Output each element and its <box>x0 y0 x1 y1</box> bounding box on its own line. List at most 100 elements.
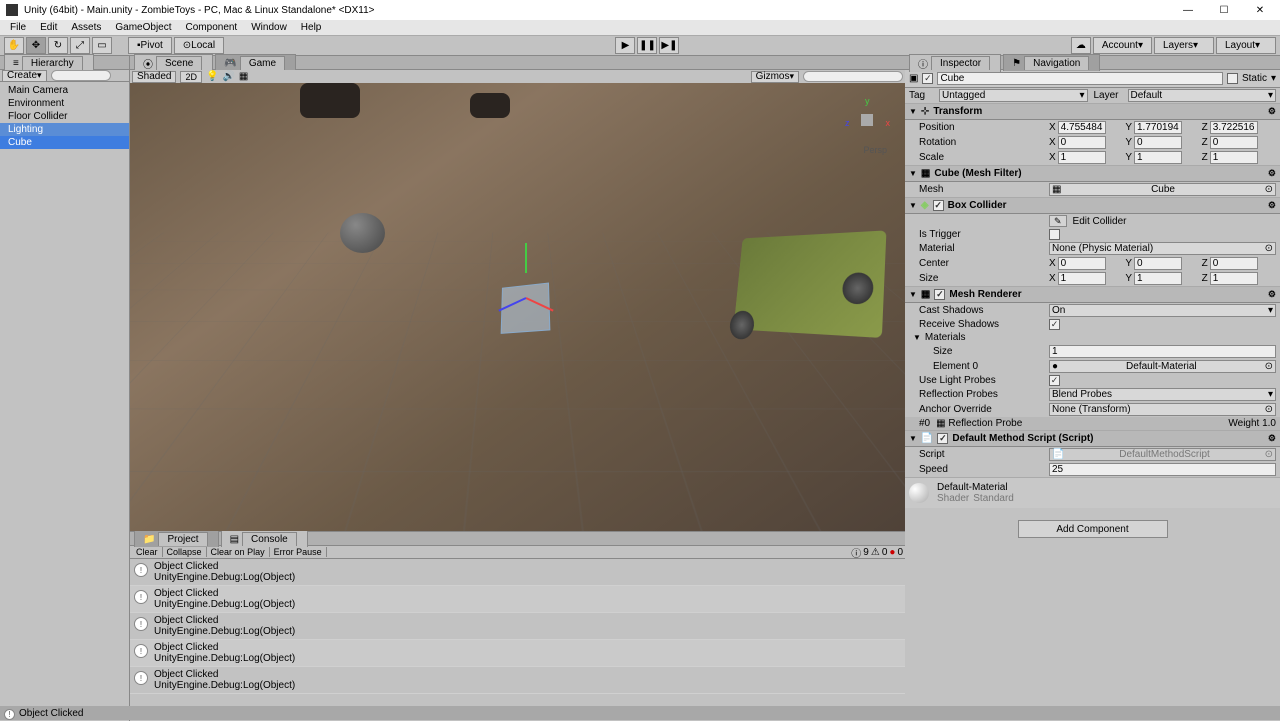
lighting-toggle-icon[interactable]: 💡 <box>206 71 218 82</box>
box-collider-header[interactable]: ▼◈Box Collider <box>905 197 1280 214</box>
gear-icon[interactable] <box>1268 433 1276 444</box>
pause-button[interactable]: ❚❚ <box>637 37 657 54</box>
mesh-filter-header[interactable]: ▼▦Cube (Mesh Filter) <box>905 165 1280 182</box>
cast-shadows-dropdown[interactable]: On▾ <box>1049 304 1276 317</box>
materials-size[interactable] <box>1049 345 1276 358</box>
console-error-pause[interactable]: Error Pause <box>270 547 327 557</box>
transform-header[interactable]: ▼⊹Transform <box>905 103 1280 120</box>
console-entry[interactable]: ! Object ClickedUnityEngine.Debug:Log(Ob… <box>130 667 905 694</box>
layer-dropdown[interactable]: Default▾ <box>1128 89 1277 102</box>
rot-z[interactable] <box>1210 136 1258 149</box>
console-entry[interactable]: ! Object ClickedUnityEngine.Debug:Log(Ob… <box>130 640 905 667</box>
object-name-input[interactable] <box>937 72 1223 85</box>
scale-z[interactable] <box>1210 151 1258 164</box>
is-trigger-checkbox[interactable] <box>1049 229 1060 240</box>
console-tab[interactable]: ▤ Console <box>221 530 308 547</box>
menu-gameobject[interactable]: GameObject <box>109 22 177 33</box>
script-header[interactable]: ▼📄Default Method Script (Script) <box>905 430 1280 447</box>
edit-collider-button[interactable]: ✎ <box>1049 215 1067 227</box>
scene-axis-gizmo[interactable]: x y z <box>845 98 890 143</box>
menu-edit[interactable]: Edit <box>34 22 63 33</box>
hierarchy-item-lighting[interactable]: Lighting <box>0 123 129 136</box>
local-toggle[interactable]: ⊙ Local <box>174 37 224 54</box>
move-tool[interactable]: ✥ <box>26 37 46 54</box>
scale-tool[interactable]: ⤢ <box>70 37 90 54</box>
pivot-toggle[interactable]: ▪ Pivot <box>128 37 172 54</box>
mesh-renderer-header[interactable]: ▼▦Mesh Renderer <box>905 286 1280 303</box>
menu-file[interactable]: File <box>4 22 32 33</box>
layout-dropdown[interactable]: Layout ▾ <box>1216 37 1276 54</box>
shaded-dropdown[interactable]: Shaded <box>132 71 176 83</box>
mesh-field[interactable]: ▦ Cube⊙ <box>1049 183 1276 196</box>
pos-x[interactable] <box>1058 121 1106 134</box>
gear-icon[interactable] <box>1268 168 1276 179</box>
material-preview[interactable]: Default-Material ShaderStandard <box>905 477 1280 508</box>
step-button[interactable]: ▶❚ <box>659 37 679 54</box>
renderer-enabled[interactable] <box>934 289 945 300</box>
console-collapse[interactable]: Collapse <box>163 547 207 557</box>
project-tab[interactable]: 📁 Project <box>134 530 219 547</box>
active-checkbox[interactable] <box>922 73 933 84</box>
console-clear[interactable]: Clear <box>132 547 163 557</box>
scene-tab[interactable]: ⦿ Scene <box>134 54 213 72</box>
hierarchy-tab[interactable]: ≡ Hierarchy <box>4 54 94 71</box>
gear-icon[interactable] <box>1268 289 1276 300</box>
console-list[interactable]: ! Object ClickedUnityEngine.Debug:Log(Ob… <box>130 559 905 709</box>
menu-component[interactable]: Component <box>180 22 244 33</box>
reflection-probes-dropdown[interactable]: Blend Probes▾ <box>1049 388 1276 401</box>
scale-x[interactable] <box>1058 151 1106 164</box>
create-dropdown[interactable]: Create ▾ <box>2 70 47 82</box>
maximize-button[interactable]: ☐ <box>1210 0 1238 20</box>
persp-label[interactable]: Persp <box>863 145 887 155</box>
size-y[interactable] <box>1134 272 1182 285</box>
cloud-button[interactable]: ☁ <box>1071 37 1091 54</box>
hierarchy-item-camera[interactable]: Main Camera <box>0 84 129 97</box>
center-z[interactable] <box>1210 257 1258 270</box>
collider-enabled[interactable] <box>933 200 944 211</box>
tag-dropdown[interactable]: Untagged▾ <box>939 89 1088 102</box>
console-clear-on-play[interactable]: Clear on Play <box>207 547 270 557</box>
rot-y[interactable] <box>1134 136 1182 149</box>
hierarchy-item-environment[interactable]: Environment <box>0 97 129 110</box>
error-count-icon[interactable]: ● <box>889 547 895 558</box>
inspector-tab[interactable]: ⓘ Inspector <box>909 54 1001 72</box>
2d-toggle[interactable]: 2D <box>180 71 202 83</box>
scene-search[interactable] <box>803 71 903 82</box>
minimize-button[interactable]: — <box>1174 0 1202 20</box>
menu-assets[interactable]: Assets <box>65 22 107 33</box>
console-entry[interactable]: ! Object ClickedUnityEngine.Debug:Log(Ob… <box>130 559 905 586</box>
script-enabled[interactable] <box>937 433 948 444</box>
element0-field[interactable]: ● Default-Material⊙ <box>1049 360 1276 373</box>
rect-tool[interactable]: ▭ <box>92 37 112 54</box>
hand-tool[interactable]: ✋ <box>4 37 24 54</box>
pos-y[interactable] <box>1134 121 1182 134</box>
size-x[interactable] <box>1058 272 1106 285</box>
center-y[interactable] <box>1134 257 1182 270</box>
size-z[interactable] <box>1210 272 1258 285</box>
scale-y[interactable] <box>1134 151 1182 164</box>
fx-toggle-icon[interactable]: ▦ <box>239 71 248 82</box>
gear-icon[interactable] <box>1268 200 1276 211</box>
audio-toggle-icon[interactable]: 🔊 <box>222 71 234 82</box>
warn-count-icon[interactable]: ⚠ <box>871 547 880 558</box>
add-component-button[interactable]: Add Component <box>1018 520 1168 538</box>
console-entry[interactable]: ! Object ClickedUnityEngine.Debug:Log(Ob… <box>130 586 905 613</box>
anchor-override-field[interactable]: None (Transform)⊙ <box>1049 403 1276 416</box>
menu-window[interactable]: Window <box>245 22 293 33</box>
account-dropdown[interactable]: Account ▾ <box>1093 37 1152 54</box>
speed-input[interactable] <box>1049 463 1276 476</box>
hierarchy-item-floor[interactable]: Floor Collider <box>0 110 129 123</box>
receive-shadows-checkbox[interactable] <box>1049 319 1060 330</box>
static-checkbox[interactable] <box>1227 73 1238 84</box>
gizmos-dropdown[interactable]: Gizmos ▾ <box>751 71 799 83</box>
light-probes-checkbox[interactable] <box>1049 375 1060 386</box>
center-x[interactable] <box>1058 257 1106 270</box>
gear-icon[interactable] <box>1268 106 1276 117</box>
scene-view[interactable]: x y z Persp <box>130 83 905 531</box>
layers-dropdown[interactable]: Layers ▾ <box>1154 37 1214 54</box>
console-entry[interactable]: ! Object ClickedUnityEngine.Debug:Log(Ob… <box>130 613 905 640</box>
hierarchy-item-cube[interactable]: Cube <box>0 136 129 149</box>
pos-z[interactable] <box>1210 121 1258 134</box>
navigation-tab[interactable]: ⚑ Navigation <box>1003 54 1100 71</box>
info-count-icon[interactable]: ⓘ <box>851 545 861 560</box>
